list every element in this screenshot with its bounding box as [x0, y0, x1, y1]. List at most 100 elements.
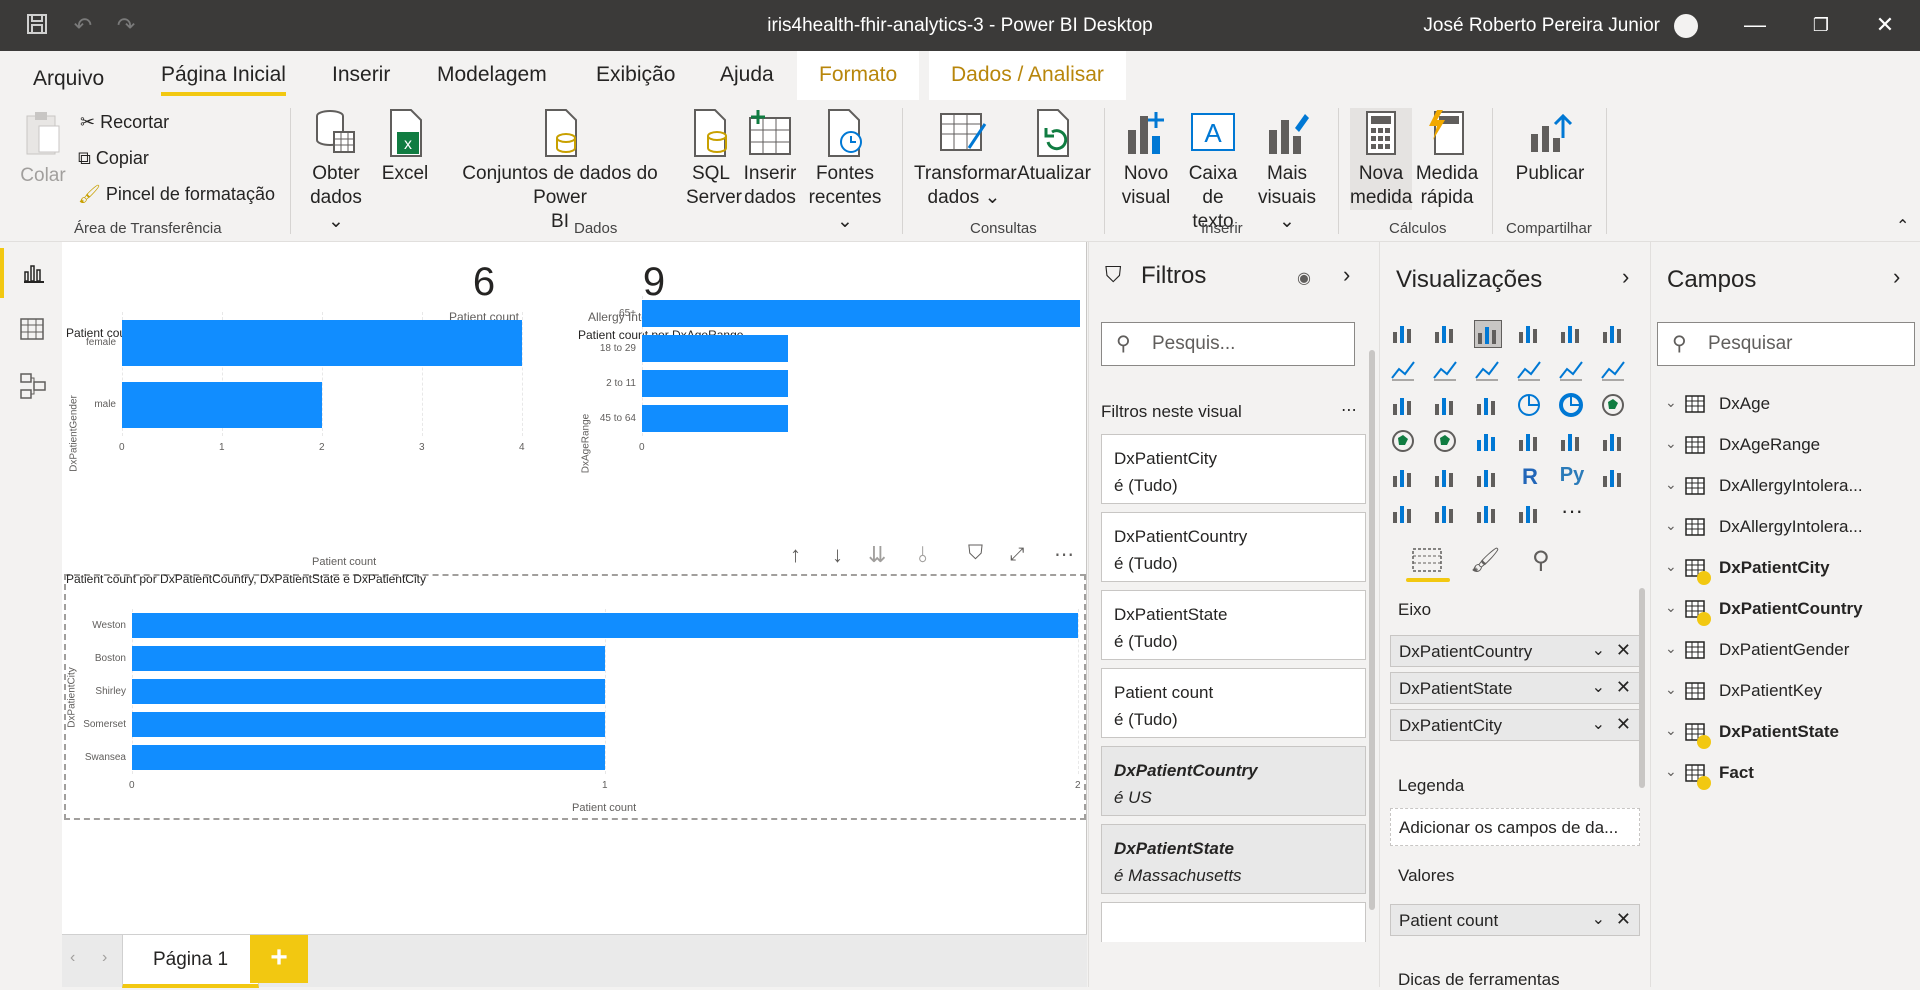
chevron-down-icon[interactable]: ⌄ [1592, 909, 1605, 929]
clustered-column-icon[interactable] [1516, 320, 1544, 348]
table-icon[interactable] [1432, 464, 1460, 492]
more-options-icon[interactable]: ⋯ [1054, 542, 1074, 567]
funnel-icon[interactable] [1432, 392, 1460, 420]
fields-search-input[interactable]: ⚲ Pesquisar [1657, 322, 1915, 366]
fields-tab[interactable] [1398, 548, 1456, 582]
field-table-item[interactable]: ⌄ DxPatientState [1651, 716, 1920, 752]
bar[interactable] [122, 319, 522, 367]
line-clustered-icon[interactable] [1558, 356, 1586, 384]
tab-ajuda[interactable]: Ajuda [720, 63, 774, 87]
excel-button[interactable]: x Excel [380, 108, 430, 186]
stacked-area-icon[interactable] [1474, 356, 1502, 384]
gauge-icon[interactable] [1474, 428, 1502, 456]
bar[interactable] [132, 646, 605, 671]
analytics-magnifier-icon[interactable]: ⚲ [1532, 546, 1550, 575]
textbox-button[interactable]: A Caixa de texto [1178, 108, 1248, 234]
filter-icon[interactable]: ⛉ [968, 542, 983, 565]
python-visual-icon[interactable]: Py [1558, 464, 1586, 492]
drill-down-icon[interactable]: ↓ [832, 542, 843, 568]
filter-card[interactable]: DxPatientState é (Tudo) [1101, 590, 1366, 660]
axis-field-pill[interactable]: DxPatientCity ⌄ ✕ [1390, 709, 1640, 741]
bar[interactable] [132, 613, 1078, 638]
filter-card-applied[interactable]: DxPatientCountry é US [1101, 746, 1366, 816]
key-influencers-icon[interactable] [1600, 464, 1628, 492]
collapse-viz-icon[interactable]: › [1622, 264, 1629, 290]
tab-arquivo[interactable]: Arquivo [33, 67, 104, 91]
scatter-icon[interactable] [1474, 392, 1502, 420]
filter-card[interactable]: DxPatientCity é (Tudo) [1101, 434, 1366, 504]
drill-up-icon[interactable]: ↑ [790, 542, 801, 568]
chevron-down-icon[interactable]: ⌄ [1665, 681, 1677, 698]
filter-card[interactable]: Patient count é (Tudo) [1101, 668, 1366, 738]
pbi-datasets-button[interactable]: Conjuntos de dados do Power BI [436, 108, 684, 234]
legend-dropzone[interactable]: Adicionar os campos de da... [1390, 808, 1640, 846]
multirow-card-icon[interactable] [1558, 428, 1586, 456]
bar[interactable] [132, 712, 605, 737]
remove-icon[interactable]: ✕ [1616, 640, 1631, 661]
chevron-down-icon[interactable]: ⌄ [1592, 714, 1605, 734]
viz-scrollbar[interactable] [1639, 588, 1645, 788]
chevron-down-icon[interactable]: ⌄ [1665, 599, 1677, 616]
avatar[interactable] [1674, 14, 1698, 38]
add-page-button[interactable]: + [250, 935, 308, 983]
card-icon[interactable] [1516, 428, 1544, 456]
tab-exibicao[interactable]: Exibição [596, 63, 675, 87]
bar[interactable] [642, 335, 788, 362]
field-table-item[interactable]: ⌄ DxAge [1651, 388, 1920, 424]
more-visuals-button[interactable]: Mais visuais ⌄ [1254, 108, 1320, 234]
transform-data-button[interactable]: Transformar dados ⌄ [914, 108, 1017, 210]
field-table-item[interactable]: ⌄ DxAllergyIntolera... [1651, 470, 1920, 506]
sql-server-button[interactable]: SQL Server [686, 108, 742, 210]
treemap-icon[interactable] [1600, 392, 1628, 420]
bar[interactable] [642, 370, 788, 397]
field-table-item[interactable]: ⌄ DxPatientCountry [1651, 593, 1920, 629]
tab-pagina-inicial[interactable]: Página Inicial [161, 63, 286, 96]
field-table-item[interactable]: ⌄ Fact [1651, 757, 1920, 793]
report-view-button[interactable] [0, 248, 62, 298]
restore-icon[interactable]: ❐ [1806, 10, 1836, 40]
chevron-down-icon[interactable]: ⌄ [1665, 435, 1677, 452]
page-tab-1[interactable]: Página 1 [122, 935, 260, 988]
field-table-item[interactable]: ⌄ DxPatientGender [1651, 634, 1920, 670]
data-view-button[interactable] [0, 304, 62, 354]
matrix-icon[interactable] [1474, 464, 1502, 492]
tab-formato[interactable]: Formato [797, 51, 920, 100]
ribbon-chart-icon[interactable] [1600, 356, 1628, 384]
user-name[interactable]: José Roberto Pereira Junior [1423, 15, 1660, 37]
section-more-icon[interactable]: ⋯ [1341, 400, 1357, 420]
bar[interactable] [132, 679, 605, 704]
collapse-ribbon-icon[interactable]: ⌃ [1896, 216, 1909, 236]
copy-button[interactable]: ⧉ Copiar [78, 148, 149, 169]
chevron-down-icon[interactable]: ⌄ [1665, 558, 1677, 575]
chevron-down-icon[interactable]: ⌄ [1665, 763, 1677, 780]
pie-icon[interactable] [1516, 392, 1544, 420]
chevron-down-icon[interactable]: ⌄ [1665, 476, 1677, 493]
chevron-down-icon[interactable]: ⌄ [1665, 640, 1677, 657]
format-paint-roller-icon[interactable]: 🖌 [1470, 546, 1500, 575]
remove-icon[interactable]: ✕ [1616, 677, 1631, 698]
expand-all-icon[interactable]: ⇊ [868, 542, 886, 568]
tab-modelagem[interactable]: Modelagem [437, 63, 547, 87]
kpi-icon[interactable] [1600, 428, 1628, 456]
values-field-pill[interactable]: Patient count ⌄ ✕ [1390, 904, 1640, 936]
100-bar-icon[interactable] [1558, 320, 1586, 348]
field-table-item[interactable]: ⌄ DxAllergyIntolera... [1651, 511, 1920, 547]
100-column-icon[interactable] [1600, 320, 1628, 348]
chevron-down-icon[interactable]: ⌄ [1665, 394, 1677, 411]
filters-search-input[interactable]: ⚲ Pesquis... [1101, 322, 1355, 366]
eye-icon[interactable]: ◉ [1297, 268, 1311, 288]
remove-icon[interactable]: ✕ [1616, 909, 1631, 930]
new-visual-button[interactable]: Novo visual [1116, 108, 1176, 210]
filters-scrollbar[interactable] [1369, 350, 1375, 910]
report-canvas[interactable]: 6 Patient count 9 Allergy Intolerance co… [62, 242, 1087, 934]
chevron-down-icon[interactable]: ⌄ [1665, 517, 1677, 534]
waterfall-icon[interactable] [1390, 392, 1418, 420]
filter-card-partial[interactable] [1101, 902, 1366, 942]
new-measure-button[interactable]: Nova medida [1350, 108, 1412, 210]
donut-icon[interactable] [1558, 392, 1586, 420]
smart-narrative-icon[interactable] [1474, 500, 1502, 528]
focus-mode-icon[interactable]: ⤢ [1010, 544, 1024, 565]
axis-field-pill[interactable]: DxPatientState ⌄ ✕ [1390, 672, 1640, 704]
paginated-icon[interactable] [1516, 500, 1544, 528]
tab-inserir[interactable]: Inserir [332, 63, 390, 87]
